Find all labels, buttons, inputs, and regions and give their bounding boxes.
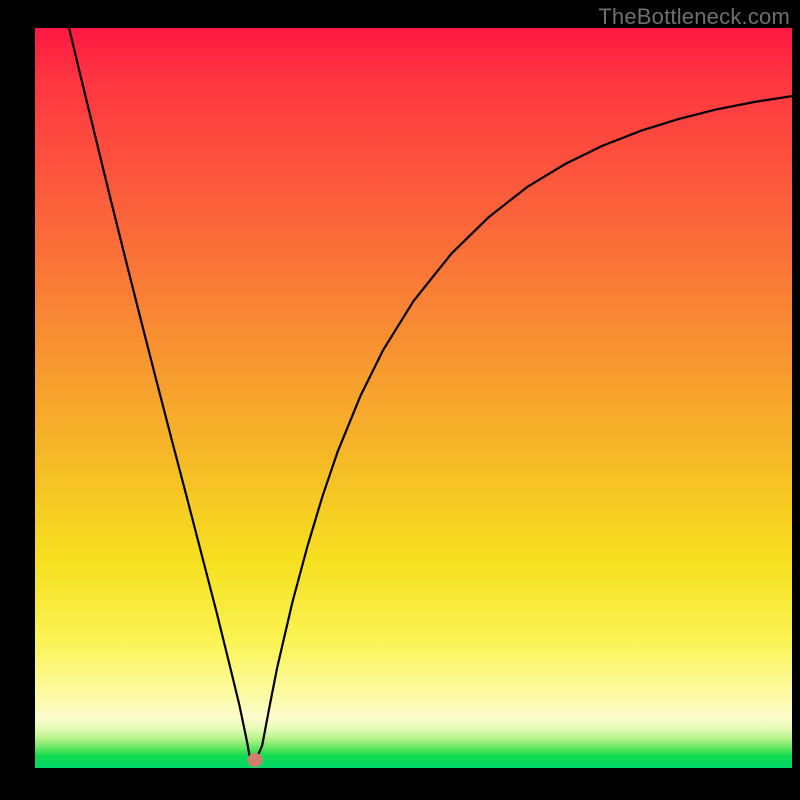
watermark-text: TheBottleneck.com [598,4,790,30]
chart-frame: TheBottleneck.com [0,0,800,800]
minimum-marker-dot [247,753,262,767]
bottleneck-curve [35,28,792,768]
plot-area [35,28,792,768]
